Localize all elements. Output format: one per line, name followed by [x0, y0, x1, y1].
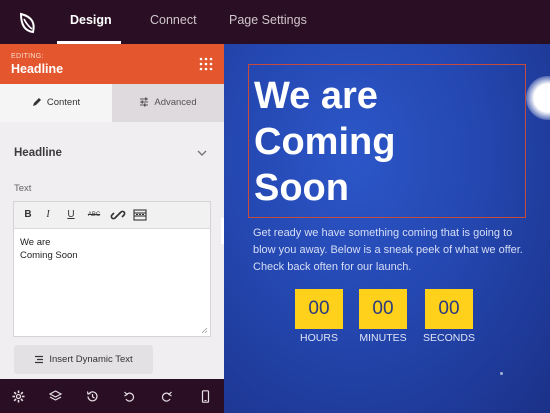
section-title-headline[interactable]: Headline [14, 147, 62, 159]
link-icon[interactable] [110, 207, 126, 223]
sliders-icon [140, 97, 149, 107]
strikethrough-button[interactable]: ABC [86, 207, 102, 223]
toolbar-toggle-icon[interactable] [132, 207, 148, 223]
block-settings-panel: EDITING: Headline Content Advanced Headl… [0, 44, 224, 379]
description-text[interactable]: Get ready we have something coming that … [253, 225, 523, 276]
text-field-label: Text [14, 183, 32, 194]
headline-block[interactable]: We are Coming Soon [248, 64, 526, 218]
countdown-hours-value: 00 [295, 289, 343, 329]
resize-handle-icon[interactable] [201, 327, 208, 334]
italic-button[interactable]: I [40, 207, 56, 223]
light-orb [526, 76, 550, 120]
tab-page-settings[interactable]: Page Settings [229, 0, 307, 44]
bottom-toolbar [0, 379, 224, 413]
undo-icon[interactable] [123, 390, 136, 403]
seedprod-logo-icon[interactable] [14, 8, 42, 36]
tab-content-label: Content [46, 97, 81, 108]
tab-connect[interactable]: Connect [150, 0, 197, 44]
chevron-down-icon[interactable] [196, 148, 208, 158]
settings-subtabs: Content Advanced [0, 84, 224, 122]
countdown-seconds-label: SECONDS [423, 332, 475, 344]
tab-design[interactable]: Design [70, 0, 112, 44]
headline-text[interactable]: We are Coming Soon [254, 73, 524, 211]
top-bar: Design Connect Page Settings [0, 0, 550, 44]
sparkle [500, 372, 503, 375]
grid-dots-icon[interactable] [198, 56, 214, 72]
countdown-seconds-value: 00 [425, 289, 473, 329]
editor-text[interactable]: We are Coming Soon [20, 237, 78, 262]
tab-content[interactable]: Content [0, 84, 112, 122]
tab-advanced-label: Advanced [154, 97, 197, 108]
bold-button[interactable]: B [20, 207, 36, 223]
countdown-minutes-value: 00 [359, 289, 407, 329]
insert-dynamic-text-button[interactable]: Insert Dynamic Text [14, 345, 153, 374]
countdown-minutes-label: MINUTES [359, 332, 407, 344]
page-preview-canvas: We are Coming Soon Get ready we have som… [224, 44, 550, 413]
underline-button[interactable]: U [63, 207, 79, 223]
panel-title: Headline [11, 62, 64, 76]
redo-icon[interactable] [160, 390, 173, 403]
mobile-icon[interactable] [199, 390, 212, 403]
tab-advanced[interactable]: Advanced [112, 84, 224, 122]
layers-icon[interactable] [49, 390, 62, 403]
history-icon[interactable] [86, 390, 99, 403]
panel-header: EDITING: Headline [0, 44, 224, 84]
editing-label: EDITING: [11, 53, 44, 60]
insert-dynamic-text-label: Insert Dynamic Text [49, 354, 133, 365]
align-lines-icon [35, 355, 44, 364]
gear-icon[interactable] [12, 390, 25, 403]
countdown-hours-label: HOURS [300, 332, 338, 344]
editor-toolbar: B I U ABC [14, 202, 210, 229]
pencil-icon [32, 98, 41, 107]
rich-text-editor[interactable]: B I U ABC We are Coming Soon [13, 201, 211, 337]
